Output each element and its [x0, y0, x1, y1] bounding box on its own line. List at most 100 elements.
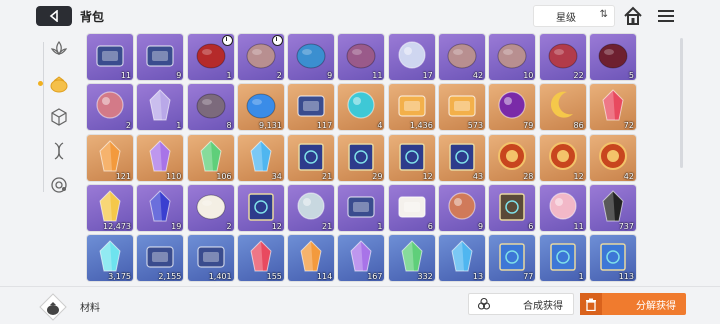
inventory-item[interactable]: 21: [288, 134, 335, 181]
item-count: 43: [472, 171, 484, 181]
inventory-item[interactable]: 1: [539, 235, 586, 282]
inventory-item[interactable]: 5: [589, 34, 636, 80]
inventory-item[interactable]: 21: [288, 184, 335, 231]
item-count: 17: [422, 71, 433, 80]
item-count: 9: [477, 221, 484, 231]
inventory-item[interactable]: 12: [539, 134, 586, 181]
inventory-item[interactable]: 28: [489, 134, 536, 181]
scrollbar[interactable]: [680, 38, 683, 168]
tab-materials[interactable]: [48, 72, 70, 94]
inventory-item[interactable]: 11: [539, 184, 586, 231]
inventory-item[interactable]: 9: [439, 184, 486, 231]
inventory-item[interactable]: 6: [388, 184, 435, 231]
inventory-item[interactable]: 42: [439, 34, 486, 80]
inventory-item[interactable]: 9: [137, 34, 184, 80]
inventory-item[interactable]: 13: [439, 235, 486, 282]
emblem-icon: [498, 141, 527, 170]
shard-purple-icon: [350, 240, 373, 272]
inventory-item[interactable]: 121: [87, 134, 133, 181]
inventory-item[interactable]: 155: [237, 235, 284, 282]
letter-icon: [398, 196, 426, 218]
inventory-item[interactable]: 29: [338, 134, 385, 181]
inventory-item[interactable]: 106: [187, 134, 234, 181]
shard-red-icon: [250, 240, 272, 272]
inventory-item[interactable]: 3,175: [87, 235, 133, 282]
item-count: 8: [226, 121, 232, 131]
tab-other[interactable]: [48, 174, 70, 196]
brain-pink-icon: [346, 43, 376, 69]
item-count: 9: [327, 71, 333, 80]
inventory-item[interactable]: 12: [237, 184, 284, 231]
inventory-item[interactable]: 114: [288, 235, 335, 282]
tab-boxes[interactable]: [48, 106, 70, 128]
dreamcatcher-icon: [448, 192, 476, 220]
lotus-icon: [50, 40, 68, 56]
inventory-item[interactable]: 9,131: [237, 84, 284, 131]
tab-equipment[interactable]: [48, 38, 70, 60]
inventory-item[interactable]: 22: [539, 34, 586, 80]
inventory-item[interactable]: 10: [489, 34, 536, 80]
inventory-item[interactable]: 42: [589, 134, 636, 181]
item-count: 1: [226, 71, 232, 80]
inventory-item[interactable]: 72: [589, 84, 636, 131]
sort-dropdown[interactable]: 星级 ⇅: [533, 5, 615, 27]
item-count: 79: [523, 121, 534, 131]
inventory-item[interactable]: 167: [338, 235, 385, 282]
inventory-item[interactable]: 1: [187, 34, 234, 80]
tab-genes[interactable]: [48, 140, 70, 162]
inventory-item[interactable]: 19: [137, 184, 184, 231]
home-button[interactable]: [622, 5, 644, 27]
spellbook-icon: [449, 142, 475, 171]
item-count: 113: [618, 272, 634, 282]
device-icon: [196, 246, 225, 268]
timer-icon: [271, 35, 283, 46]
inventory-item[interactable]: 12,473: [87, 184, 133, 231]
inventory-item[interactable]: 11: [87, 34, 133, 80]
inventory-item[interactable]: 8: [187, 84, 234, 131]
inventory-item[interactable]: 1: [137, 84, 184, 131]
dark-gem-icon: [149, 190, 171, 222]
inventory-item[interactable]: 332: [388, 235, 435, 282]
crystal-purple-icon: [149, 139, 171, 172]
blue-splash-icon: [246, 93, 276, 119]
menu-button[interactable]: [657, 8, 675, 24]
inventory-item[interactable]: 573: [439, 84, 486, 131]
inventory-item[interactable]: 2: [187, 184, 234, 231]
home-icon: [624, 6, 642, 25]
inventory-item[interactable]: 737: [589, 184, 636, 231]
item-count: 13: [472, 272, 484, 282]
inventory-item[interactable]: 34: [237, 134, 284, 181]
inventory-item[interactable]: 1,401: [187, 235, 234, 282]
synthesize-source-button[interactable]: 合成获得: [468, 293, 574, 315]
inventory-item[interactable]: 77: [489, 235, 536, 282]
inventory-item[interactable]: 4: [338, 84, 385, 131]
inventory-item[interactable]: 1: [338, 184, 385, 231]
inventory-item[interactable]: 12: [388, 134, 435, 181]
inventory-item[interactable]: 86: [539, 84, 586, 131]
item-count: 2: [276, 71, 282, 80]
inventory-item[interactable]: 1,436: [388, 84, 435, 131]
inventory-item[interactable]: 110: [137, 134, 184, 181]
item-count: 12: [422, 171, 433, 181]
inventory-item[interactable]: 2,155: [137, 235, 184, 282]
decompose-source-button[interactable]: 分解获得: [580, 293, 686, 315]
gold-crystals-icon: [99, 190, 121, 222]
back-button[interactable]: [36, 6, 72, 26]
top-bar: 背包 星级 ⇅: [0, 0, 720, 32]
inventory-item[interactable]: 43: [439, 134, 486, 181]
mask-icon: [196, 93, 226, 119]
inventory-item[interactable]: 117: [288, 84, 335, 131]
inventory-item[interactable]: 11: [338, 34, 385, 80]
inventory-item[interactable]: 17: [388, 34, 435, 80]
spellbook-icon: [298, 142, 324, 171]
inventory-item[interactable]: 6: [489, 184, 536, 231]
blue-book-icon: [549, 243, 576, 271]
inventory-item[interactable]: 2: [87, 84, 133, 131]
flesh-icon: [447, 43, 477, 69]
sort-order-icon[interactable]: ⇅: [600, 9, 608, 20]
inventory-item[interactable]: 2: [237, 34, 284, 80]
inventory-item[interactable]: 79: [489, 84, 536, 131]
spellbook-icon: [348, 142, 375, 171]
inventory-item[interactable]: 113: [589, 235, 636, 282]
inventory-item[interactable]: 9: [288, 34, 335, 80]
